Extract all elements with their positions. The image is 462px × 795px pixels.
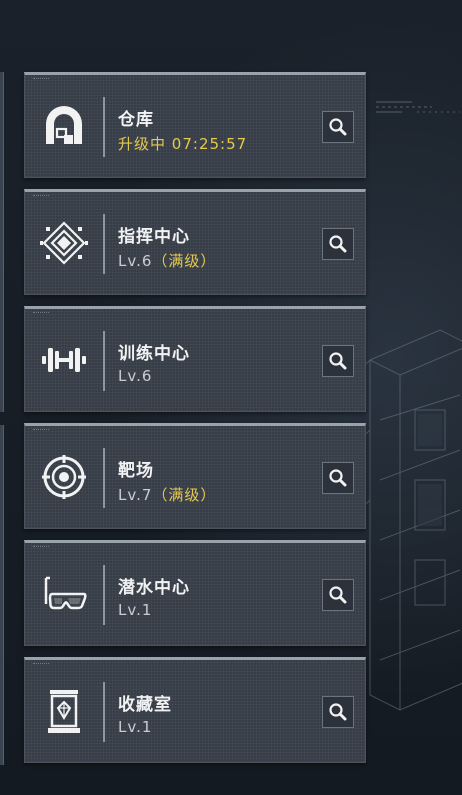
card-divider (103, 448, 105, 508)
warehouse-icon (37, 95, 91, 157)
building-card-diving-center[interactable]: 潜水中心 Lv.1 (24, 540, 366, 646)
building-level: Lv.1 (118, 718, 153, 736)
building-level: Lv.1 (118, 601, 153, 619)
magnifier-icon (329, 469, 347, 487)
inspect-button[interactable] (322, 345, 354, 377)
building-level-line: Lv.6（满级） (118, 250, 216, 271)
building-list: 仓库 升级中 07:25:57 指挥中心 Lv.6（满级） 训练中心 Lv.6 … (24, 72, 366, 774)
inspect-button[interactable] (322, 696, 354, 728)
upgrade-status: 升级中 07:25:57 (118, 133, 247, 154)
upgrade-label: 升级中 (118, 135, 167, 153)
building-level-line: Lv.1 (118, 601, 152, 619)
magnifier-icon (329, 703, 347, 721)
building-list-screen: 仓库 升级中 07:25:57 指挥中心 Lv.6（满级） 训练中心 Lv.6 … (0, 0, 462, 795)
dumbbell-icon (37, 329, 91, 391)
building-name: 训练中心 (118, 344, 190, 364)
max-level-badge: （满级） (152, 486, 217, 504)
card-tag (33, 78, 49, 81)
card-tag (33, 663, 49, 666)
building-card-collection-room[interactable]: 收藏室 Lv.1 (24, 657, 366, 763)
building-card-shooting-range[interactable]: 靶场 Lv.7（满级） (24, 423, 366, 529)
building-level: Lv.7 (118, 486, 153, 504)
upgrade-timer: 07:25:57 (171, 135, 248, 153)
card-tag (33, 429, 49, 432)
card-divider (103, 214, 105, 274)
magnifier-icon (329, 352, 347, 370)
magnifier-icon (329, 586, 347, 604)
building-level-line: Lv.6 (118, 367, 152, 385)
card-tag (33, 195, 49, 198)
building-name: 靶场 (118, 461, 154, 481)
target-icon (37, 446, 91, 508)
background-decoration (376, 101, 460, 113)
collection-case-icon (37, 680, 91, 742)
building-level: Lv.6 (118, 252, 153, 270)
card-divider (103, 682, 105, 742)
building-level-line: Lv.7（满级） (118, 484, 216, 505)
building-name: 潜水中心 (118, 578, 190, 598)
inspect-button[interactable] (322, 579, 354, 611)
card-divider (103, 331, 105, 391)
left-edge-panel (0, 72, 4, 412)
building-name: 收藏室 (118, 695, 172, 715)
building-card-training-center[interactable]: 训练中心 Lv.6 (24, 306, 366, 412)
building-level: Lv.6 (118, 367, 153, 385)
magnifier-icon (329, 235, 347, 253)
inspect-button[interactable] (322, 228, 354, 260)
building-level-line: Lv.1 (118, 718, 152, 736)
diving-mask-icon (37, 563, 91, 625)
card-divider (103, 565, 105, 625)
building-card-warehouse[interactable]: 仓库 升级中 07:25:57 (24, 72, 366, 178)
background-building-wireframe (360, 329, 462, 711)
card-tag (33, 312, 49, 315)
card-divider (103, 97, 105, 157)
magnifier-icon (329, 118, 347, 136)
building-card-command-center[interactable]: 指挥中心 Lv.6（满级） (24, 189, 366, 295)
command-center-icon (37, 212, 91, 274)
card-tag (33, 546, 49, 549)
left-edge-panel (0, 425, 4, 765)
building-name: 仓库 (118, 110, 154, 130)
inspect-button[interactable] (322, 462, 354, 494)
max-level-badge: （满级） (152, 252, 217, 270)
inspect-button[interactable] (322, 111, 354, 143)
building-name: 指挥中心 (118, 227, 190, 247)
